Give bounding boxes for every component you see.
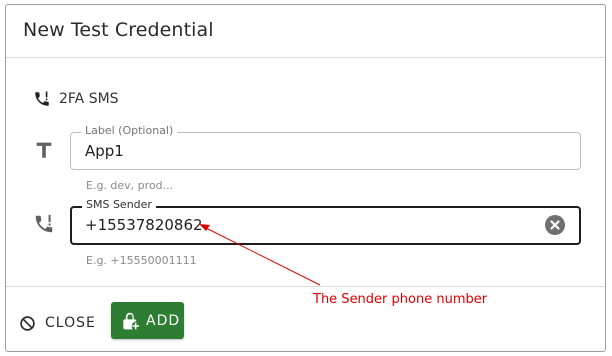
close-icon <box>550 220 560 230</box>
close-button[interactable]: CLOSE <box>19 310 96 336</box>
credential-type-label: 2FA SMS <box>59 91 119 107</box>
close-button-label: CLOSE <box>45 315 96 331</box>
lock-plus-icon <box>123 312 139 329</box>
text-t-icon <box>36 142 52 158</box>
new-credential-dialog: New Test Credential 2FA SMS Label (Optio… <box>5 4 606 352</box>
annotation-text: The Sender phone number <box>313 292 488 307</box>
label-field[interactable]: Label (Optional) App1 <box>70 124 581 170</box>
block-icon <box>20 315 35 331</box>
label-field-legend: Label (Optional) <box>81 124 178 138</box>
phone-alert-icon <box>35 214 53 233</box>
dialog-title: New Test Credential <box>23 19 214 41</box>
sms-sender-field-helper: E.g. +15550001111 <box>86 254 197 267</box>
credential-type-row: 2FA SMS <box>33 87 119 111</box>
dialog-header: New Test Credential <box>6 5 605 58</box>
sms-sender-field-value[interactable]: +15537820862 <box>85 216 203 234</box>
dialog-footer: CLOSE ADD <box>6 286 605 351</box>
dialog-body: 2FA SMS Label (Optional) App1 E.g. dev, … <box>6 58 605 286</box>
add-button[interactable]: ADD <box>111 302 184 339</box>
sms-sender-field[interactable]: SMS Sender +15537820862 <box>70 198 581 245</box>
label-field-helper: E.g. dev, prod... <box>86 179 174 192</box>
label-field-value[interactable]: App1 <box>85 142 124 160</box>
clear-input-button[interactable] <box>545 215 565 235</box>
sms-sender-field-legend: SMS Sender <box>82 198 156 212</box>
phone-callback-icon <box>35 91 49 106</box>
add-button-label: ADD <box>146 312 181 329</box>
